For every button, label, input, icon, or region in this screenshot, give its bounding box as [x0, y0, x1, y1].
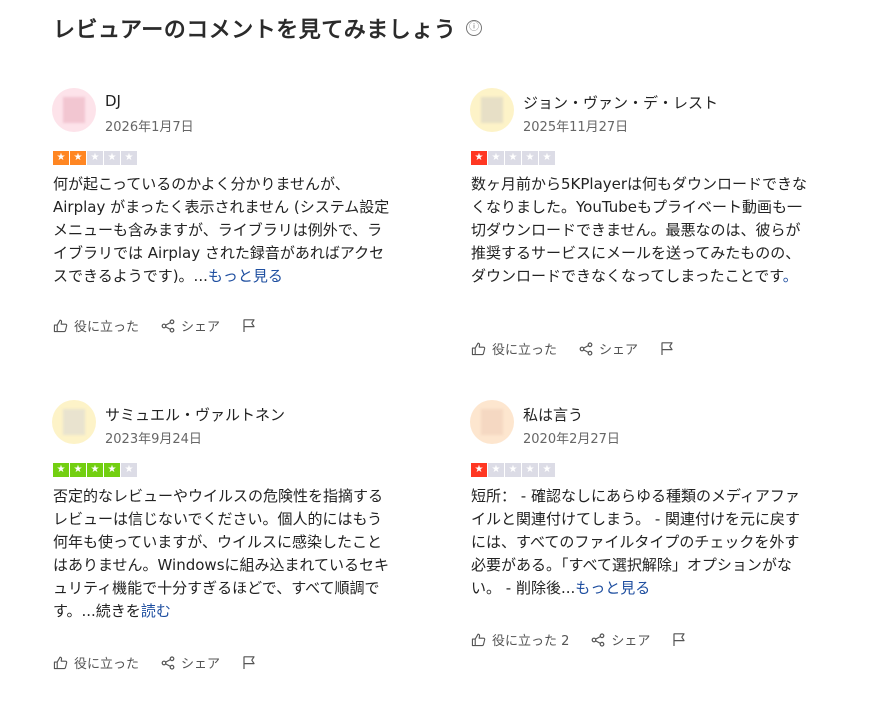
- helpful-button-label: 役に立った 2: [492, 634, 570, 649]
- star-icon: ★: [70, 151, 86, 165]
- show-more-link[interactable]: もっと見る: [575, 579, 650, 597]
- show-more-link[interactable]: 読む: [141, 602, 171, 620]
- share-button-label: シェア: [181, 657, 221, 672]
- star-rating: ★ ★ ★ ★ ★: [53, 463, 137, 477]
- review-body: 否定的なレビューやウイルスの危険性を指摘するレビューは信じないでください。個人的…: [53, 487, 390, 620]
- star-icon: ★: [539, 151, 555, 165]
- star-icon: ★: [471, 463, 487, 477]
- share-icon: [579, 341, 599, 356]
- star-icon: ★: [522, 463, 538, 477]
- star-icon: ★: [121, 463, 137, 477]
- flag-icon: [242, 318, 262, 333]
- review-actions: 役に立った シェア: [53, 653, 284, 672]
- avatar-image: [481, 97, 503, 123]
- share-button-label: シェア: [181, 320, 221, 335]
- star-rating: ★ ★ ★ ★ ★: [471, 463, 555, 477]
- thumbs-up-icon: [53, 656, 74, 670]
- helpful-button[interactable]: 役に立った 2: [471, 630, 569, 649]
- star-icon: ★: [488, 463, 504, 477]
- star-icon: ★: [539, 463, 555, 477]
- report-button[interactable]: [242, 655, 262, 670]
- thumbs-up-icon: [53, 319, 74, 333]
- review-actions: 役に立った シェア: [471, 339, 702, 358]
- review-text: 何が起こっているのかよく分かりませんが、Airplay がまったく表示されません…: [53, 173, 393, 288]
- thumbs-up-icon: [471, 342, 492, 356]
- avatar-image: [63, 409, 85, 435]
- star-icon: ★: [104, 151, 120, 165]
- report-button[interactable]: [672, 632, 692, 647]
- review-date: 2020年2月27日: [523, 432, 620, 447]
- helpful-button-label: 役に立った: [74, 320, 140, 335]
- report-button[interactable]: [660, 341, 680, 356]
- review-date: 2025年11月27日: [523, 120, 629, 135]
- star-icon: ★: [53, 463, 69, 477]
- avatar-image: [481, 409, 503, 435]
- share-icon: [591, 632, 611, 647]
- helpful-button[interactable]: 役に立った: [53, 653, 139, 672]
- reviewer-name[interactable]: 私は言う: [523, 404, 583, 425]
- share-icon: [161, 318, 181, 333]
- star-icon: ★: [87, 151, 103, 165]
- star-icon: ★: [505, 463, 521, 477]
- show-more-link[interactable]: 。: [783, 267, 798, 285]
- share-button[interactable]: シェア: [591, 630, 650, 649]
- reviewer-name[interactable]: ジョン・ヴァン・デ・レスト: [523, 92, 718, 113]
- star-icon: ★: [121, 151, 137, 165]
- share-button-label: シェア: [599, 343, 639, 358]
- thumbs-up-icon: [471, 633, 492, 647]
- star-icon: ★: [505, 151, 521, 165]
- star-rating: ★ ★ ★ ★ ★: [471, 151, 555, 165]
- star-icon: ★: [70, 463, 86, 477]
- share-button-label: シェア: [611, 634, 651, 649]
- flag-icon: [242, 655, 262, 670]
- review-text: 数ヶ月前から5KPlayerは何もダウンロードできなくなりました。YouTube…: [471, 173, 811, 288]
- share-icon: [161, 655, 181, 670]
- page-title: レビュアーのコメントを見てみましょう ⓘ: [53, 12, 483, 44]
- helpful-button[interactable]: 役に立った: [471, 339, 557, 358]
- helpful-button[interactable]: 役に立った: [53, 316, 139, 335]
- star-icon: ★: [522, 151, 538, 165]
- avatar: [52, 88, 96, 132]
- share-button[interactable]: シェア: [579, 339, 638, 358]
- page-title-text: レビュアーのコメントを見てみましょう: [53, 18, 457, 43]
- info-icon[interactable]: ⓘ: [466, 20, 483, 36]
- share-button[interactable]: シェア: [161, 316, 220, 335]
- review-date: 2023年9月24日: [105, 432, 202, 447]
- flag-icon: [672, 632, 692, 647]
- avatar: [470, 88, 514, 132]
- helpful-button-label: 役に立った: [74, 657, 140, 672]
- flag-icon: [660, 341, 680, 356]
- reviewer-name[interactable]: サミュエル・ヴァルトネン: [105, 404, 285, 425]
- avatar: [470, 400, 514, 444]
- review-date: 2026年1月7日: [105, 120, 194, 135]
- review-text: 否定的なレビューやウイルスの危険性を指摘するレビューは信じないでください。個人的…: [53, 485, 393, 623]
- review-actions: 役に立った シェア: [53, 316, 284, 335]
- helpful-button-label: 役に立った: [492, 343, 558, 358]
- star-icon: ★: [471, 151, 487, 165]
- star-rating: ★ ★ ★ ★ ★: [53, 151, 137, 165]
- show-more-link[interactable]: もっと見る: [208, 267, 283, 285]
- report-button[interactable]: [242, 318, 262, 333]
- star-icon: ★: [488, 151, 504, 165]
- star-icon: ★: [104, 463, 120, 477]
- star-icon: ★: [53, 151, 69, 165]
- avatar-image: [63, 97, 85, 123]
- star-icon: ★: [87, 463, 103, 477]
- avatar: [52, 400, 96, 444]
- review-text: 短所： - 確認なしにあらゆる種類のメディアファイルと関連付けてしまう。 - 関…: [471, 485, 811, 600]
- share-button[interactable]: シェア: [161, 653, 220, 672]
- review-body: 数ヶ月前から5KPlayerは何もダウンロードできなくなりました。YouTube…: [471, 175, 808, 285]
- reviewer-name[interactable]: DJ: [105, 92, 121, 110]
- review-actions: 役に立った 2 シェア: [471, 630, 714, 649]
